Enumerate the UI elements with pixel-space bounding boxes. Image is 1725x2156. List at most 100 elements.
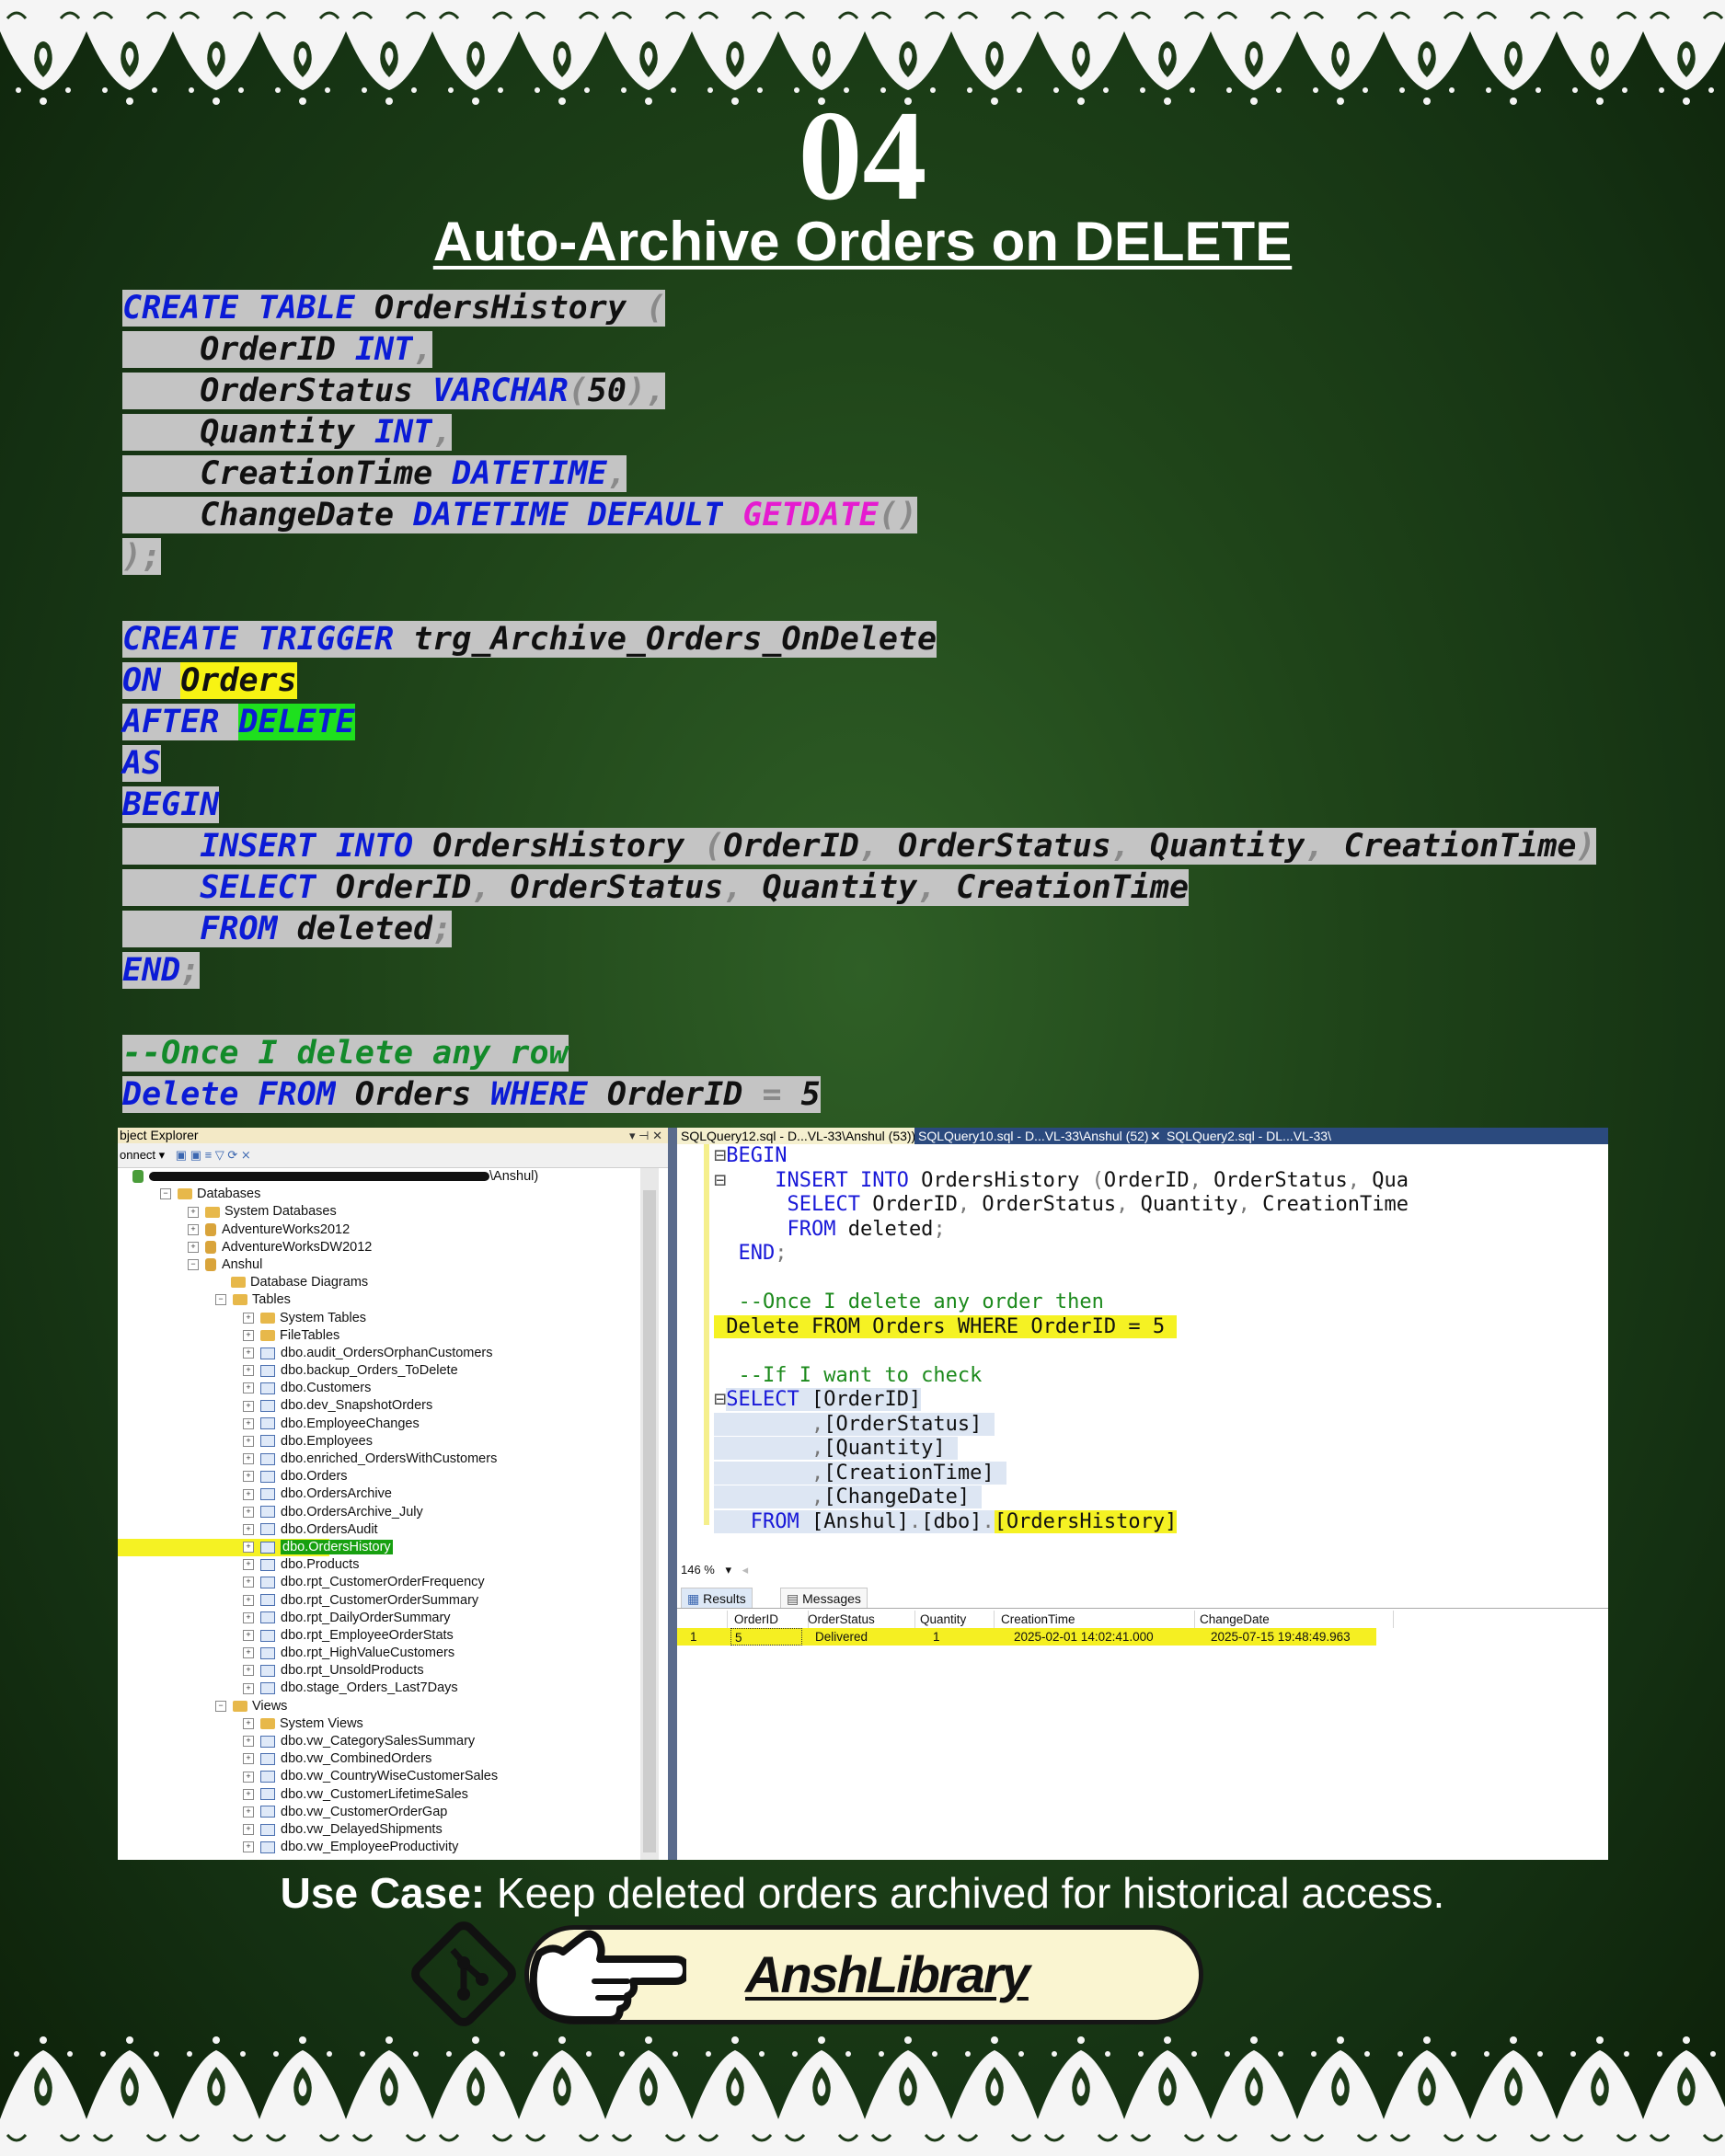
tree-node-label: dbo.rpt_CustomerOrderSummary	[281, 1592, 479, 1608]
expand-toggle-icon[interactable]: −	[188, 1259, 199, 1271]
tree-node[interactable]: − Tables	[118, 1291, 640, 1309]
tree-node[interactable]: + dbo.vw_CustomerOrderGap	[118, 1804, 640, 1821]
expand-toggle-icon[interactable]: +	[243, 1771, 254, 1783]
table-row[interactable]: 1 5 Delivered 1 2025-02-01 14:02:41.000 …	[677, 1628, 1376, 1646]
tab-sqlquery12[interactable]: SQLQuery12.sql - D...VL-33\Anshul (53))*	[677, 1128, 914, 1144]
expand-toggle-icon[interactable]: +	[243, 1594, 254, 1606]
zoom-level[interactable]: 146 % ▾ ◂	[677, 1562, 1608, 1578]
object-explorer-toolbar[interactable]: onnect ▾ ▣ ▣ ≡ ▽ ⟳ ⨯	[118, 1143, 668, 1168]
expand-toggle-icon[interactable]: +	[243, 1542, 254, 1554]
expand-toggle-icon[interactable]: +	[243, 1824, 254, 1836]
tree-node[interactable]: + dbo.Customers	[118, 1380, 640, 1397]
tab-sqlquery2[interactable]: SQLQuery2.sql - DL...VL-33\	[1167, 1128, 1608, 1144]
expand-toggle-icon[interactable]: +	[243, 1329, 254, 1341]
tree-node[interactable]: + dbo.vw_CategorySalesSummary	[118, 1733, 640, 1750]
expand-toggle-icon[interactable]: +	[243, 1417, 254, 1429]
table-icon	[260, 1400, 275, 1413]
tab-close-icon[interactable]: ✕	[1150, 1128, 1163, 1144]
expand-toggle-icon[interactable]: +	[188, 1241, 199, 1253]
expand-toggle-icon[interactable]: +	[243, 1312, 254, 1324]
tree-node[interactable]: + System Views	[118, 1715, 640, 1733]
tree-node[interactable]: + dbo.rpt_CustomerOrderFrequency	[118, 1574, 640, 1591]
tree-node[interactable]: + System Tables	[118, 1310, 640, 1327]
expand-toggle-icon[interactable]: +	[243, 1348, 254, 1359]
tree-node-server[interactable]: \Anshul)	[118, 1168, 640, 1186]
tree-node[interactable]: + dbo.Employees	[118, 1433, 640, 1451]
tree-node[interactable]: + dbo.backup_Orders_ToDelete	[118, 1362, 640, 1380]
expand-toggle-icon[interactable]: −	[215, 1294, 226, 1306]
tree-node[interactable]: + dbo.stage_Orders_Last7Days	[118, 1680, 640, 1697]
tree-node[interactable]: + dbo.OrdersArchive_July	[118, 1504, 640, 1521]
expand-toggle-icon[interactable]: +	[243, 1435, 254, 1447]
table-icon	[260, 1611, 275, 1624]
editor-code[interactable]: ⊟BEGIN ⊟ INSERT INTO OrdersHistory (Orde…	[714, 1144, 1606, 1534]
tree-node[interactable]: + dbo.rpt_CustomerOrderSummary	[118, 1592, 640, 1610]
tree-node[interactable]: + dbo.vw_CountryWiseCustomerSales	[118, 1768, 640, 1785]
scrollbar-thumb[interactable]	[643, 1190, 656, 1852]
tree-node[interactable]: + dbo.OrdersHistory	[118, 1538, 640, 1557]
expand-toggle-icon[interactable]: +	[243, 1682, 254, 1694]
expand-toggle-icon[interactable]: −	[215, 1700, 226, 1712]
expand-toggle-icon[interactable]: +	[243, 1841, 254, 1853]
tree-node[interactable]: + dbo.rpt_DailyOrderSummary	[118, 1610, 640, 1627]
expand-toggle-icon[interactable]: +	[243, 1559, 254, 1571]
expand-toggle-icon[interactable]: +	[243, 1611, 254, 1623]
expand-toggle-icon[interactable]: +	[243, 1630, 254, 1642]
tree-node[interactable]: + dbo.EmployeeChanges	[118, 1416, 640, 1433]
tab-sqlquery10[interactable]: SQLQuery10.sql - D...VL-33\Anshul (52))*	[918, 1128, 1148, 1144]
tree-node[interactable]: + dbo.Orders	[118, 1468, 640, 1485]
connect-dropdown[interactable]: onnect ▾	[120, 1148, 165, 1162]
expand-toggle-icon[interactable]: +	[243, 1453, 254, 1465]
code-line: AFTER DELETE	[122, 704, 355, 740]
expand-toggle-icon[interactable]: +	[243, 1577, 254, 1588]
toolbar-icons[interactable]: ▣ ▣ ≡ ▽ ⟳ ⨯	[176, 1148, 251, 1162]
tree-node[interactable]: + dbo.rpt_HighValueCustomers	[118, 1645, 640, 1662]
tree-node[interactable]: + dbo.vw_EmployeeProductivity	[118, 1839, 640, 1856]
tree-node[interactable]: + dbo.Products	[118, 1556, 640, 1574]
expand-toggle-icon[interactable]: +	[243, 1788, 254, 1800]
object-explorer-scrollbar[interactable]	[640, 1168, 659, 1860]
tree-node[interactable]: Database Diagrams	[118, 1274, 640, 1291]
tree-node[interactable]: + dbo.vw_DelayedShipments	[118, 1821, 640, 1839]
tree-node[interactable]: + dbo.vw_CombinedOrders	[118, 1750, 640, 1768]
tree-node[interactable]: + dbo.audit_OrdersOrphanCustomers	[118, 1345, 640, 1362]
expand-toggle-icon[interactable]: +	[243, 1647, 254, 1659]
tree-node[interactable]: − Anshul	[118, 1256, 640, 1274]
table-icon	[260, 1806, 275, 1818]
tree-node[interactable]: + dbo.enriched_OrdersWithCustomers	[118, 1451, 640, 1468]
expand-toggle-icon[interactable]: +	[243, 1506, 254, 1518]
tree-node[interactable]: + FileTables	[118, 1327, 640, 1345]
expand-toggle-icon[interactable]: +	[243, 1753, 254, 1765]
tree-node[interactable]: + dbo.rpt_EmployeeOrderStats	[118, 1627, 640, 1645]
expand-toggle-icon[interactable]	[215, 1278, 224, 1288]
expand-toggle-icon[interactable]: +	[243, 1400, 254, 1412]
panel-controls-icon[interactable]: ▾ ⊣ ✕	[629, 1128, 662, 1143]
expand-toggle-icon[interactable]: +	[243, 1382, 254, 1394]
table-icon	[260, 1771, 275, 1783]
tree-node[interactable]: + AdventureWorksDW2012	[118, 1239, 640, 1256]
tree-node[interactable]: − Views	[118, 1698, 640, 1715]
query-editor: SQLQuery12.sql - D...VL-33\Anshul (53))*…	[677, 1128, 1608, 1860]
expand-toggle-icon[interactable]: +	[188, 1223, 199, 1235]
table-icon	[260, 1347, 275, 1359]
tree-node[interactable]: + dbo.rpt_UnsoldProducts	[118, 1662, 640, 1680]
tree-node[interactable]: + AdventureWorks2012	[118, 1221, 640, 1239]
tree-node[interactable]: + dbo.OrdersAudit	[118, 1521, 640, 1539]
expand-toggle-icon[interactable]: +	[243, 1736, 254, 1748]
expand-toggle-icon[interactable]: +	[243, 1488, 254, 1500]
tree-node[interactable]: − Databases	[118, 1186, 640, 1203]
tree-node[interactable]: + System Databases	[118, 1203, 640, 1221]
tree-node[interactable]: + dbo.dev_SnapshotOrders	[118, 1397, 640, 1415]
expand-toggle-icon[interactable]: +	[243, 1471, 254, 1483]
expand-toggle-icon[interactable]: +	[243, 1665, 254, 1677]
tab-messages[interactable]: ▤ Messages	[780, 1588, 868, 1610]
expand-toggle-icon[interactable]: +	[243, 1717, 254, 1729]
expand-toggle-icon[interactable]: +	[188, 1206, 199, 1218]
expand-toggle-icon[interactable]: +	[243, 1523, 254, 1535]
tree-node[interactable]: + dbo.OrdersArchive	[118, 1485, 640, 1503]
expand-toggle-icon[interactable]: +	[243, 1806, 254, 1818]
tree-node[interactable]: + dbo.vw_CustomerLifetimeSales	[118, 1786, 640, 1804]
tab-results[interactable]: ▦ Results	[681, 1588, 753, 1610]
expand-toggle-icon[interactable]: −	[160, 1188, 171, 1200]
expand-toggle-icon[interactable]: +	[243, 1365, 254, 1377]
